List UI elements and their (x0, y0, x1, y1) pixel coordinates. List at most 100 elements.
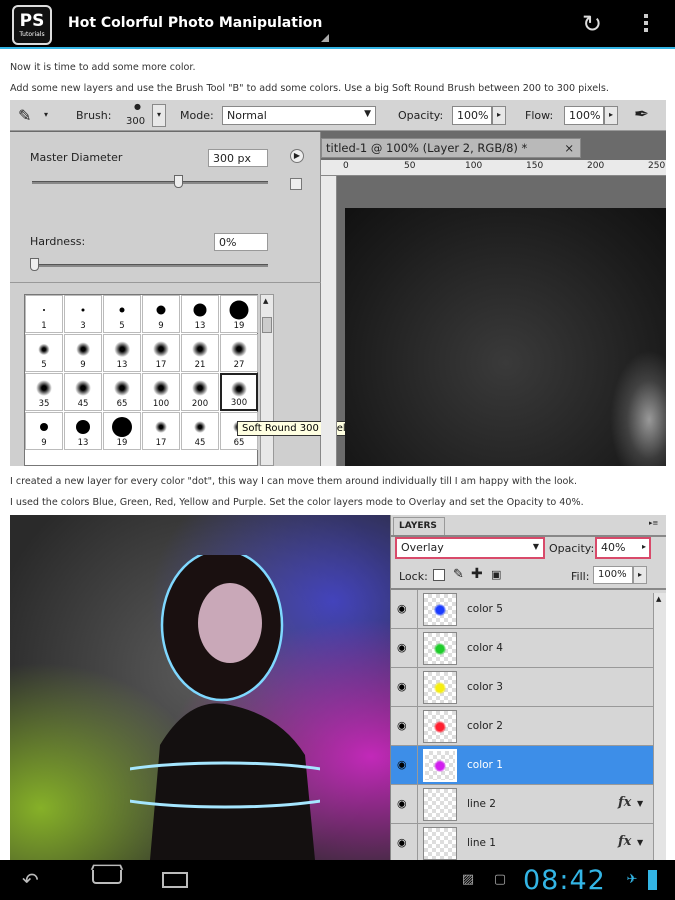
lock-pixels-icon[interactable]: ✎ (453, 567, 464, 582)
refresh-icon[interactable]: ↻ (578, 10, 606, 38)
layer-row[interactable]: ◉ color 1 (391, 746, 653, 785)
back-icon[interactable]: ↶ (22, 868, 39, 892)
brush-preset-19[interactable]: 19 (220, 295, 258, 333)
brush-preset-19[interactable]: 19 (103, 412, 141, 450)
home-icon[interactable] (90, 864, 124, 884)
download-notification-icon[interactable]: ▢ (492, 872, 508, 888)
panel-collapse-icon[interactable]: ▸≡ (649, 519, 658, 527)
hardness-input[interactable]: 0% (214, 233, 268, 251)
layer-effects-icon[interactable]: fx (618, 834, 631, 849)
flow-input[interactable]: 100% (564, 106, 604, 125)
master-diameter-input[interactable]: 300 px (208, 149, 268, 167)
fill-input[interactable]: 100% (593, 566, 633, 584)
eye-icon[interactable]: ◉ (397, 758, 411, 772)
color-dot (434, 681, 446, 694)
brush-preset-200[interactable]: 200 (181, 373, 219, 411)
close-tab-icon[interactable]: × (564, 141, 574, 155)
brush-preset-3[interactable]: 3 (64, 295, 102, 333)
brush-tip-icon (43, 309, 45, 312)
brush-preset-27[interactable]: 27 (220, 334, 258, 372)
eye-icon[interactable]: ◉ (397, 641, 411, 655)
layer-effects-icon[interactable]: fx (618, 795, 631, 810)
brush-preset-size: 17 (155, 438, 167, 448)
vertical-ruler (321, 176, 337, 466)
brush-preset-13[interactable]: 13 (103, 334, 141, 372)
layer-row[interactable]: ◉ color 3 (391, 668, 653, 707)
panel-menu-icon[interactable]: ▶ (290, 149, 304, 163)
overflow-menu-icon[interactable] (640, 12, 652, 36)
layers-scrollbar[interactable]: ▲ (653, 593, 666, 860)
master-diameter-label: Master Diameter (30, 151, 123, 164)
layer-opacity-input[interactable]: 40% ▸ (595, 537, 651, 559)
brush-tip-icon (112, 417, 132, 438)
brush-preset-65[interactable]: 65 (103, 373, 141, 411)
flow-stepper[interactable]: ▸ (604, 106, 618, 125)
document-tab[interactable]: titled-1 @ 100% (Layer 2, RGB/8) * × (321, 138, 581, 158)
eye-icon[interactable]: ◉ (397, 719, 411, 733)
brush-preset-9[interactable]: 9 (25, 412, 63, 450)
brush-preset-5[interactable]: 5 (103, 295, 141, 333)
brush-preset-13[interactable]: 13 (181, 295, 219, 333)
hardness-slider-knob[interactable] (30, 258, 39, 271)
fill-stepper[interactable]: ▸ (633, 566, 647, 584)
brush-preset-size: 13 (116, 360, 128, 370)
layer-row[interactable]: ◉ color 4 (391, 629, 653, 668)
chevron-down-icon[interactable]: ▼ (637, 838, 643, 847)
fill-label: Fill: (571, 570, 590, 583)
brush-preset-17[interactable]: 17 (142, 412, 180, 450)
master-diameter-slider-knob[interactable] (174, 175, 184, 188)
layer-row[interactable]: ◉ color 2 (391, 707, 653, 746)
brush-preset-100[interactable]: 100 (142, 373, 180, 411)
brush-tool-icon: ✎ (18, 106, 32, 125)
master-diameter-slider-track[interactable] (32, 181, 268, 184)
layers-tab[interactable]: LAYERS (393, 517, 445, 535)
brush-preset-21[interactable]: 21 (181, 334, 219, 372)
eye-icon[interactable]: ◉ (397, 602, 411, 616)
hardness-slider-track[interactable] (32, 264, 268, 267)
brush-preset-size: 17 (155, 360, 167, 370)
eye-icon[interactable]: ◉ (397, 680, 411, 694)
brush-preset-45[interactable]: 45 (181, 412, 219, 450)
brush-preset-size: 9 (80, 360, 86, 370)
brush-preset-17[interactable]: 17 (142, 334, 180, 372)
recent-apps-icon[interactable] (162, 872, 188, 888)
lock-all-icon[interactable]: ▣ (491, 568, 501, 581)
brush-preset-300[interactable]: 300 (220, 373, 258, 411)
preset-scrollbar[interactable]: ▲ (260, 294, 274, 466)
mode-select[interactable]: Normal ▼ (222, 106, 376, 125)
blend-mode-select[interactable]: Overlay ▼ (395, 537, 545, 559)
opacity-input[interactable]: 100% (452, 106, 492, 125)
brush-preset-size: 5 (119, 321, 125, 331)
new-preset-icon[interactable] (290, 178, 302, 190)
brush-preset-13[interactable]: 13 (64, 412, 102, 450)
brush-preset-1[interactable]: 1 (25, 295, 63, 333)
app-logo[interactable]: PS Tutorials (12, 5, 52, 45)
brush-preset-45[interactable]: 45 (64, 373, 102, 411)
brush-preset-size: 3 (80, 321, 86, 331)
brush-preset-9[interactable]: 9 (64, 334, 102, 372)
scroll-up-icon[interactable]: ▲ (263, 297, 268, 305)
airbrush-icon[interactable]: ✒ (634, 104, 649, 125)
brush-preset-9[interactable]: 9 (142, 295, 180, 333)
chevron-down-icon[interactable]: ▼ (637, 799, 643, 808)
brush-options-bar: ✎ ▾ Brush: ● 300 ▾ Mode: Normal ▼ Opacit… (10, 100, 666, 131)
layer-name: color 2 (467, 720, 503, 732)
brush-picker-dropdown[interactable]: ▾ (152, 104, 166, 127)
brush-preset-size: 65 (116, 399, 128, 409)
opacity-stepper[interactable]: ▸ (492, 106, 506, 125)
brush-preset-35[interactable]: 35 (25, 373, 63, 411)
brush-preset-5[interactable]: 5 (25, 334, 63, 372)
eye-icon[interactable]: ◉ (397, 797, 411, 811)
scroll-thumb[interactable] (262, 317, 272, 333)
layers-screenshot: LAYERS ▸≡ Overlay ▼ Opacity: 40% ▸ Lock:… (10, 515, 666, 860)
gallery-notification-icon[interactable]: ▨ (460, 872, 476, 888)
ruler-tick-label: 0 (343, 161, 349, 171)
layer-row[interactable]: ◉ line 1 fx ▼ (391, 824, 653, 860)
eye-icon[interactable]: ◉ (397, 836, 411, 850)
brush-tip-icon (229, 300, 249, 320)
lock-transparency-icon[interactable] (433, 569, 445, 581)
lock-position-icon[interactable]: ✚ (471, 566, 483, 582)
layer-row[interactable]: ◉ color 5 (391, 590, 653, 629)
layer-row[interactable]: ◉ line 2 fx ▼ (391, 785, 653, 824)
scroll-up-icon[interactable]: ▲ (656, 595, 661, 603)
